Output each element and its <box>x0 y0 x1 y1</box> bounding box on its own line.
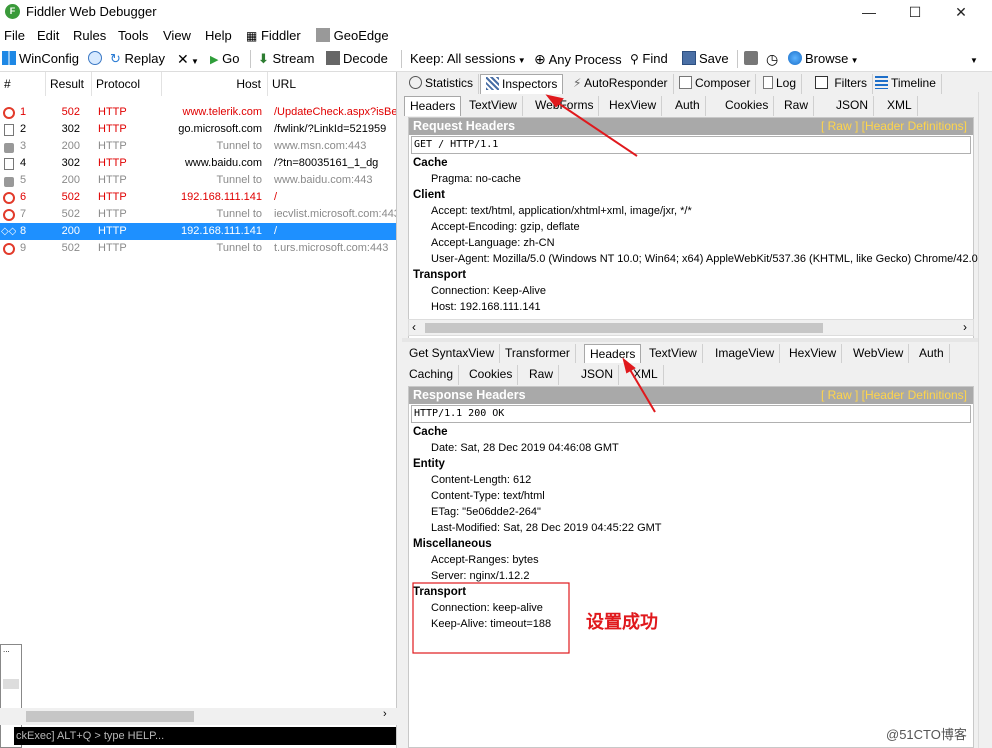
annotation-arrow-inspectors <box>554 100 638 157</box>
annotation-highlight-box <box>412 582 570 654</box>
annotation-layer <box>412 94 656 654</box>
annotation-arrow-headers <box>628 367 656 413</box>
annotation-success-text: 设置成功 <box>586 612 658 633</box>
watermark: @51CTO博客 <box>886 727 967 742</box>
annotation-arrowhead-headers <box>622 357 636 374</box>
